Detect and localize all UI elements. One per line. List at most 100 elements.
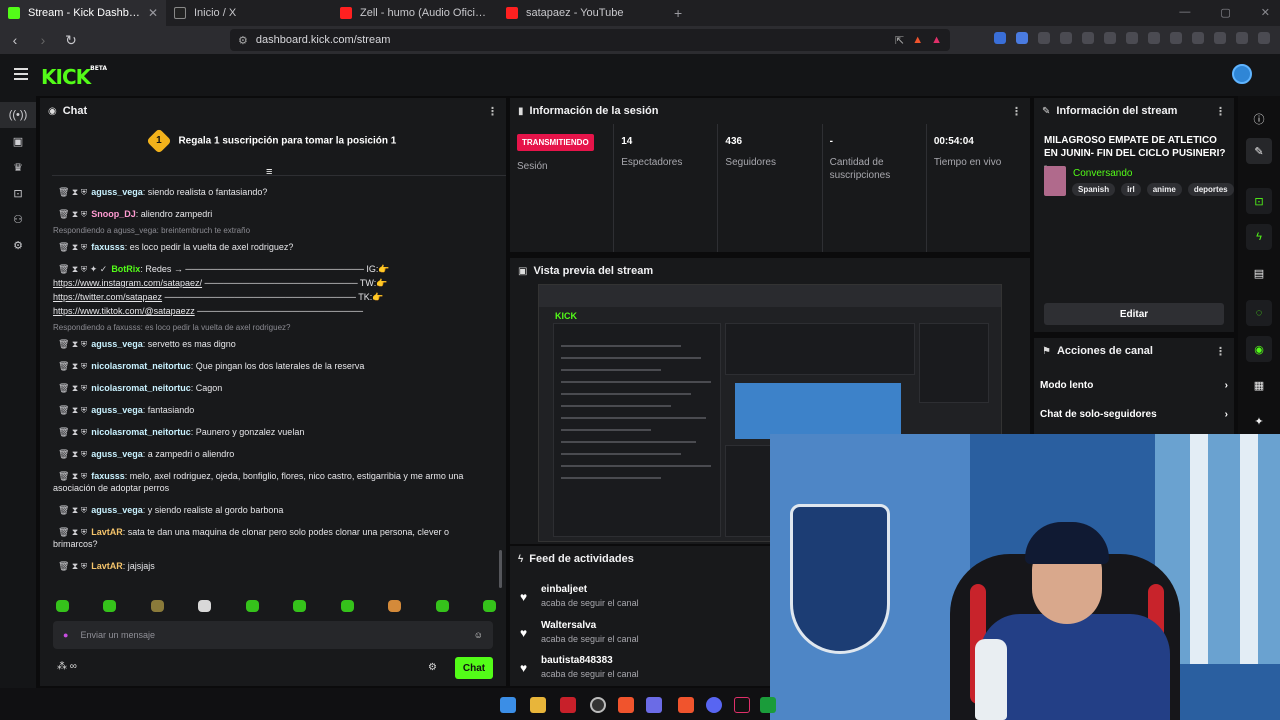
reply-context[interactable]: Respondiendo a faxusss: es loco pedir la…: [53, 323, 493, 332]
user-avatar[interactable]: [1232, 64, 1252, 84]
broadcast-icon[interactable]: ◉: [1246, 336, 1272, 362]
address-bar[interactable]: ⚙ dashboard.kick.com/stream ⇱ ▲ ▲: [230, 29, 950, 51]
emote-icon[interactable]: [340, 600, 354, 612]
moderation-icons[interactable]: 🗑 ⧗ ⛨: [53, 209, 87, 219]
chat-username[interactable]: aguss_vega: [91, 449, 143, 459]
bot-icon[interactable]: ⊡: [0, 180, 36, 206]
tab-kick-dashboard[interactable]: Stream - Kick Dashboard ✕: [0, 0, 166, 26]
bot-icon[interactable]: ⊡: [1246, 188, 1272, 214]
follower-name[interactable]: bautista848383: [541, 655, 613, 666]
follower-name[interactable]: Waltersalva: [541, 620, 596, 631]
moderation-icons[interactable]: 🗑 ⧗ ⛨: [53, 405, 87, 415]
filter-icon[interactable]: ≡: [266, 166, 272, 178]
new-tab-button[interactable]: +: [664, 5, 692, 21]
maximize-icon[interactable]: ▢: [1220, 6, 1230, 19]
chat-link[interactable]: https://twitter.com/satapaez: [53, 292, 162, 302]
extension-icon[interactable]: [1082, 32, 1094, 44]
clipboard-icon[interactable]: ▤: [1246, 260, 1272, 286]
tab-youtube-satapaez[interactable]: satapaez - YouTube: [498, 0, 664, 26]
app-icon[interactable]: [760, 697, 776, 713]
chat-username[interactable]: BotRix: [111, 264, 140, 274]
microphone-icon[interactable]: ●: [63, 630, 68, 640]
follower-name[interactable]: einbaljeet: [541, 584, 587, 595]
moderation-icons[interactable]: 🗑 ⧗ ⛨: [53, 527, 87, 537]
chat-bubble-icon[interactable]: ◌: [1246, 300, 1272, 326]
chat-link[interactable]: https://www.instagram.com/satapaez/: [53, 278, 202, 288]
chat-scrollbar[interactable]: [499, 550, 502, 588]
extension-icon[interactable]: [994, 32, 1006, 44]
pencil-icon[interactable]: ✎: [1246, 138, 1272, 164]
translate-icon[interactable]: [1016, 32, 1028, 44]
moderation-icons[interactable]: 🗑 ⧗ ⛨: [53, 242, 87, 252]
users-icon[interactable]: ⚇: [0, 206, 36, 232]
file-explorer-icon[interactable]: [530, 697, 546, 713]
chat-username[interactable]: aguss_vega: [91, 187, 143, 197]
chat-username[interactable]: aguss_vega: [91, 405, 143, 415]
moderation-icons[interactable]: 🗑 ⧗ ⛨: [53, 505, 87, 515]
back-icon[interactable]: ‹: [8, 32, 22, 48]
lightning-icon[interactable]: ϟ: [1246, 224, 1272, 250]
chat-username[interactable]: aguss_vega: [91, 505, 143, 515]
extension-icon[interactable]: [1148, 32, 1160, 44]
app-icon[interactable]: [560, 697, 576, 713]
emote-icon[interactable]: [56, 600, 69, 612]
site-info-icon[interactable]: ⚙: [238, 34, 248, 47]
emote-icon[interactable]: [482, 600, 496, 612]
chat-username[interactable]: faxusss: [91, 242, 125, 252]
info-icon[interactable]: ⓘ: [1246, 106, 1272, 132]
chat-username[interactable]: LavtAR: [91, 527, 123, 537]
emote-icon[interactable]: [103, 600, 117, 612]
more-options-icon[interactable]: ⋮: [487, 105, 498, 118]
moderation-icons[interactable]: 🗑 ⧗ ⛨: [53, 339, 87, 349]
extension-icon[interactable]: [1214, 32, 1226, 44]
brave-icon[interactable]: [618, 697, 634, 713]
layout-icon[interactable]: ▦: [1246, 372, 1272, 398]
emoji-icon[interactable]: ☺: [474, 630, 483, 640]
extension-icon[interactable]: [1060, 32, 1072, 44]
emote-icon[interactable]: [198, 600, 212, 612]
moderation-icons[interactable]: 🗑 ⧗ ⛨: [53, 383, 87, 393]
brave-shield-icon[interactable]: ▲: [912, 34, 923, 46]
trophy-icon[interactable]: ♛: [0, 154, 36, 180]
tab-youtube-zell[interactable]: Zell - humo (Audio Oficial) - YouTube: [332, 0, 498, 26]
discord-icon[interactable]: [706, 697, 722, 713]
copilot-icon[interactable]: [646, 697, 662, 713]
extension-icon[interactable]: [1104, 32, 1116, 44]
chat-username[interactable]: Snoop_DJ: [91, 209, 136, 219]
extension-icon[interactable]: [1126, 32, 1138, 44]
share-icon[interactable]: ⇱: [895, 34, 904, 47]
emote-icon[interactable]: [435, 600, 449, 612]
forward-icon[interactable]: ›: [36, 32, 50, 48]
chat-input[interactable]: ● Enviar un mensaje ☺: [53, 621, 493, 649]
dashboard-icon[interactable]: ▣: [0, 128, 36, 154]
extension-icon[interactable]: [1170, 32, 1182, 44]
obs-icon[interactable]: [590, 697, 606, 713]
followers-only-row[interactable]: Chat de solo-seguidores ›: [1040, 409, 1228, 420]
chat-username[interactable]: nicolasromat_neitortuc: [91, 427, 191, 437]
tab-x[interactable]: Inicio / X: [166, 0, 332, 26]
extension-icon[interactable]: [1236, 32, 1248, 44]
emote-icon[interactable]: [245, 600, 259, 612]
brave-rewards-icon[interactable]: ▲: [931, 34, 942, 46]
settings-icon[interactable]: ⚙: [0, 232, 36, 258]
chat-link[interactable]: https://www.tiktok.com/@satapaezz: [53, 306, 195, 316]
hamburger-menu-icon[interactable]: [14, 68, 28, 83]
tiktok-icon[interactable]: [734, 697, 750, 713]
moderation-icons[interactable]: 🗑 ⧗ ⛨: [53, 361, 87, 371]
emote-icon[interactable]: [388, 600, 402, 612]
kick-logo[interactable]: KICKBETA: [41, 65, 107, 89]
chat-username[interactable]: faxusss: [91, 471, 125, 481]
more-options-icon[interactable]: ⋮: [1215, 105, 1226, 118]
reply-context[interactable]: Respondiendo a aguss_vega: breintembruch…: [53, 226, 493, 235]
category-name[interactable]: Conversando: [1073, 168, 1132, 179]
menu-icon[interactable]: [1258, 32, 1270, 44]
gift-subscription-banner[interactable]: 1 Regala 1 suscripción para tomar la pos…: [40, 128, 506, 154]
chat-username[interactable]: nicolasromat_neitortuc: [91, 383, 191, 393]
more-options-icon[interactable]: ⋮: [1011, 105, 1022, 118]
moderation-icons[interactable]: 🗑 ⧗ ⛨: [53, 449, 87, 459]
chat-username[interactable]: nicolasromat_neitortuc: [91, 361, 191, 371]
moderation-icons[interactable]: 🗑 ⧗ ⛨: [53, 187, 87, 197]
send-chat-button[interactable]: Chat: [455, 657, 493, 679]
extension-icon[interactable]: [1192, 32, 1204, 44]
reload-icon[interactable]: ↻: [64, 32, 78, 49]
